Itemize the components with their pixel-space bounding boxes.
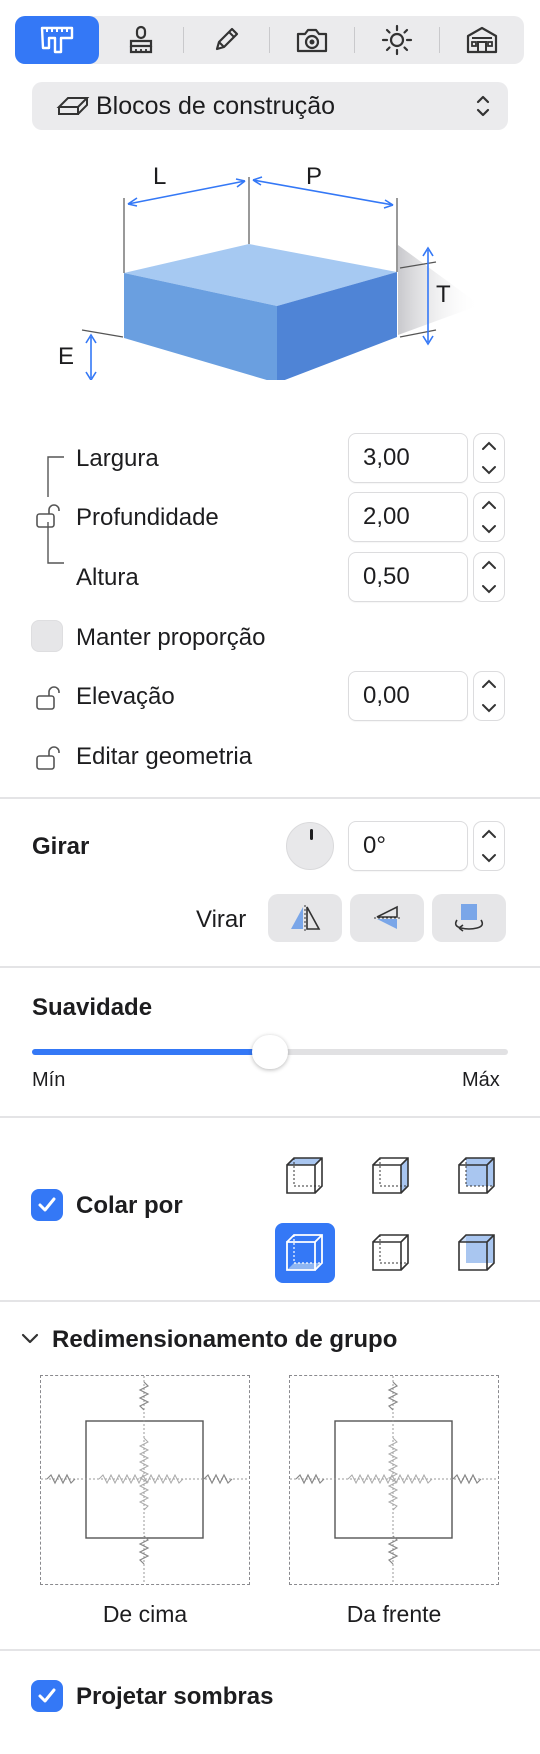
- rotation-stepper[interactable]: [473, 821, 505, 871]
- section-divider: [0, 966, 540, 968]
- disclosure-chevron-icon[interactable]: [20, 1331, 40, 1347]
- diagram-label-depth: P: [306, 163, 322, 190]
- chevron-down-icon: [482, 585, 496, 594]
- block-dimension-diagram: L P T E: [58, 163, 480, 380]
- snap-checkbox[interactable]: [31, 1189, 63, 1221]
- tab-building[interactable]: [440, 16, 524, 64]
- rotate-title: Girar: [32, 833, 90, 860]
- group-resize-front-view[interactable]: [289, 1375, 499, 1585]
- diagram-label-elevation: E: [58, 343, 74, 370]
- flip-vertical-button[interactable]: [350, 894, 424, 942]
- depth-stepper[interactable]: [473, 492, 505, 542]
- chevron-up-icon: [482, 560, 496, 569]
- cube-front-face-icon: [372, 1234, 409, 1271]
- top-view-caption: De cima: [102, 1601, 188, 1627]
- chevron-down-icon: [482, 854, 496, 863]
- diagram-label-width: L: [153, 163, 166, 190]
- chevron-down-icon: [482, 704, 496, 713]
- width-stepper[interactable]: [473, 433, 505, 483]
- snap-option-front[interactable]: [361, 1223, 421, 1283]
- resize-springs-front: [290, 1376, 497, 1583]
- section-divider: [0, 1649, 540, 1651]
- chevron-up-icon: [482, 829, 496, 838]
- smoothness-min-label: Mín: [32, 1069, 66, 1091]
- smoothness-max-label: Máx: [462, 1069, 500, 1091]
- elevation-field[interactable]: 0,00: [348, 671, 468, 721]
- rotation-knob-indicator: [309, 829, 313, 840]
- chevron-updown-icon: [476, 95, 490, 117]
- snap-option-side[interactable]: [361, 1146, 421, 1206]
- tab-camera[interactable]: [270, 16, 354, 64]
- cast-shadows-label: Projetar sombras: [76, 1683, 274, 1710]
- snap-option-back[interactable]: [447, 1146, 507, 1206]
- group-resize-title: Redimensionamento de grupo: [52, 1326, 398, 1353]
- snap-option-top[interactable]: [275, 1146, 335, 1206]
- section-divider: [0, 797, 540, 799]
- cube-back-face-icon: [458, 1157, 495, 1194]
- cube-side-face-icon: [372, 1157, 409, 1194]
- caliper-icon: [40, 26, 74, 54]
- keep-proportion-label: Manter proporção: [76, 624, 266, 651]
- section-divider: [0, 1300, 540, 1302]
- chevron-up-icon: [482, 441, 496, 450]
- width-label: Largura: [76, 445, 159, 472]
- height-label: Altura: [76, 564, 139, 591]
- checkmark-icon: [38, 1197, 56, 1212]
- keep-proportion-checkbox[interactable]: [31, 620, 63, 652]
- group-resize-top-view[interactable]: [40, 1375, 250, 1585]
- tab-edit[interactable]: [184, 16, 268, 64]
- flip-horizontal-button[interactable]: [268, 894, 342, 942]
- snap-option-bottom[interactable]: [275, 1223, 335, 1283]
- height-field[interactable]: 0,50: [348, 552, 468, 602]
- edit-geometry-label[interactable]: Editar geometria: [76, 743, 252, 771]
- object-type-popup[interactable]: Blocos de construção: [32, 82, 508, 130]
- rotation-knob[interactable]: [286, 822, 334, 870]
- snap-label: Colar por: [76, 1192, 183, 1219]
- chevron-down-icon: [482, 466, 496, 475]
- camera-icon: [296, 28, 327, 53]
- paint-stamp-icon: [130, 25, 153, 54]
- depth-field[interactable]: 2,00: [348, 492, 468, 542]
- smoothness-title: Suavidade: [32, 994, 153, 1021]
- cube-top-face-icon: [286, 1157, 323, 1194]
- elevation-label: Elevação: [76, 683, 175, 710]
- tab-material[interactable]: [99, 16, 183, 64]
- sun-icon: [381, 24, 412, 56]
- flip-label: Virar: [196, 906, 247, 933]
- cube-center-icon: [458, 1234, 495, 1271]
- eraser-block-icon: [56, 97, 90, 115]
- building-icon: [466, 26, 498, 54]
- edit-geometry-lock-icon[interactable]: [34, 744, 62, 772]
- rotation-field[interactable]: 0°: [348, 821, 468, 871]
- chevron-up-icon: [482, 679, 496, 688]
- tab-dimensions[interactable]: [15, 16, 100, 64]
- cast-shadows-checkbox[interactable]: [31, 1680, 63, 1712]
- depth-label: Profundidade: [76, 504, 219, 531]
- checkmark-icon: [38, 1688, 56, 1703]
- tab-lighting[interactable]: [355, 16, 439, 64]
- smoothness-slider-thumb[interactable]: [252, 1035, 288, 1069]
- object-type-label: Blocos de construção: [96, 91, 336, 120]
- flip-horizontal-icon: [291, 905, 321, 931]
- pencil-icon: [216, 27, 239, 51]
- section-divider: [0, 1116, 540, 1118]
- resize-springs-top: [41, 1376, 248, 1583]
- flip-rotate-button[interactable]: [432, 894, 506, 942]
- diagram-label-height: T: [436, 281, 451, 308]
- inspector-toolbar: [15, 16, 524, 64]
- proportion-lock-icon[interactable]: [34, 502, 62, 530]
- height-stepper[interactable]: [473, 552, 505, 602]
- cube-bottom-face-icon: [286, 1234, 323, 1271]
- flip-rotate-icon: [454, 904, 484, 932]
- elevation-lock-icon[interactable]: [34, 684, 62, 712]
- smoothness-slider-fill: [32, 1049, 270, 1055]
- chevron-down-icon: [482, 525, 496, 534]
- width-field[interactable]: 3,00: [348, 433, 468, 483]
- elevation-stepper[interactable]: [473, 671, 505, 721]
- chevron-up-icon: [482, 500, 496, 509]
- flip-vertical-icon: [374, 905, 400, 929]
- snap-option-center[interactable]: [447, 1223, 507, 1283]
- front-view-caption: Da frente: [346, 1601, 442, 1627]
- smoothness-slider[interactable]: [32, 1035, 508, 1069]
